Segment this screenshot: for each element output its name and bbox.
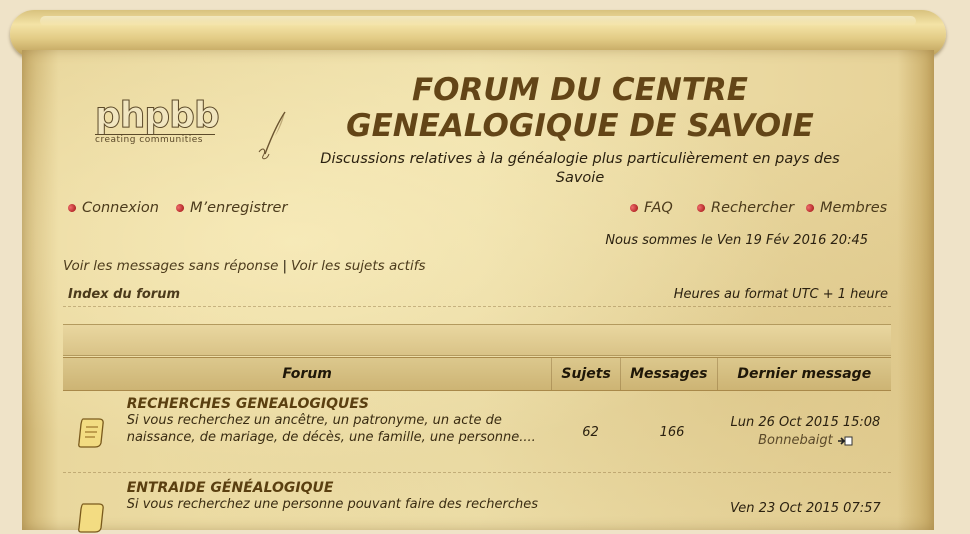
unanswered-link[interactable]: Voir les messages sans réponse bbox=[63, 258, 278, 274]
forum-description: Si vous recherchez un ancêtre, un patron… bbox=[126, 413, 536, 445]
phpbb-logo[interactable]: phpbb creating communities bbox=[95, 95, 225, 145]
forum-info: RECHERCHES GENEALOGIQUES Si vous recherc… bbox=[121, 392, 557, 472]
bullet-icon bbox=[174, 202, 186, 214]
forum-row: RECHERCHES GENEALOGIQUES Si vous recherc… bbox=[63, 392, 891, 473]
faq-label: FAQ bbox=[644, 200, 673, 216]
quick-links: Voir les messages sans réponse | Voir les … bbox=[63, 258, 425, 274]
breadcrumb[interactable]: Index du forum bbox=[68, 287, 180, 302]
forum-title-link[interactable]: RECHERCHES GENEALOGIQUES bbox=[127, 396, 557, 412]
topics-count bbox=[557, 474, 625, 534]
search-link[interactable]: Rechercher bbox=[695, 200, 795, 216]
quill-icon bbox=[258, 111, 286, 160]
divider bbox=[63, 306, 891, 307]
register-label: M’enregistrer bbox=[190, 200, 288, 216]
posts-count bbox=[624, 474, 720, 534]
forum-description: Si vous recherchez une personne pouvant … bbox=[126, 497, 539, 512]
last-post-author[interactable]: Bonnebaigt bbox=[758, 432, 833, 450]
forum-row: ENTRAIDE GÉNÉALOGIQUE Si vous recherchez… bbox=[63, 474, 891, 534]
login-label: Connexion bbox=[82, 200, 159, 216]
forum-table-header: Forum Sujets Messages Dernier message bbox=[63, 357, 891, 391]
active-topics-link[interactable]: Voir les sujets actifs bbox=[291, 258, 425, 274]
bullet-icon bbox=[695, 202, 707, 214]
login-link[interactable]: Connexion bbox=[66, 200, 159, 216]
view-latest-post-icon[interactable] bbox=[837, 436, 853, 446]
bullet-icon bbox=[66, 202, 78, 214]
forum-info: ENTRAIDE GÉNÉALOGIQUE Si vous recherchez… bbox=[121, 474, 557, 534]
col-forum: Forum bbox=[282, 366, 332, 382]
current-date: Nous sommes le Ven 19 Fév 2016 20:45 bbox=[605, 233, 868, 248]
col-topics: Sujets bbox=[551, 358, 620, 390]
faq-link[interactable]: FAQ bbox=[628, 200, 673, 216]
quick-links-separator: | bbox=[282, 258, 288, 274]
members-label: Membres bbox=[820, 200, 888, 216]
last-post: Lun 26 Oct 2015 15:08 Bonnebaigt bbox=[720, 392, 891, 472]
site-title-line1: FORUM DU CENTRE bbox=[412, 72, 748, 108]
bullet-icon bbox=[628, 202, 640, 214]
col-posts: Messages bbox=[619, 358, 717, 390]
last-post-date: Ven 23 Oct 2015 07:57 bbox=[730, 501, 881, 516]
forum-icon bbox=[63, 474, 121, 534]
forum-icon bbox=[63, 392, 121, 472]
logo-wordmark: phpbb bbox=[95, 95, 221, 136]
register-link[interactable]: M’enregistrer bbox=[174, 200, 288, 216]
header-band bbox=[63, 324, 891, 356]
site-description: Discussions relatives à la généalogie pl… bbox=[320, 151, 840, 186]
members-link[interactable]: Membres bbox=[804, 200, 888, 216]
logo-tagline: creating communities bbox=[95, 134, 215, 145]
forum-title-link[interactable]: ENTRAIDE GÉNÉALOGIQUE bbox=[127, 480, 557, 496]
last-post-date: Lun 26 Oct 2015 15:08 bbox=[730, 415, 881, 430]
last-post: Ven 23 Oct 2015 07:57 bbox=[720, 474, 891, 534]
timezone-note: Heures au format UTC + 1 heure bbox=[673, 287, 888, 302]
last-post-author-line: Bonnebaigt bbox=[758, 432, 853, 450]
search-label: Rechercher bbox=[711, 200, 795, 216]
col-last-post: Dernier message bbox=[716, 358, 891, 390]
site-title: FORUM DU CENTRE GENEALOGIQUE DE SAVOIE bbox=[300, 72, 860, 144]
topics-count: 62 bbox=[582, 424, 599, 440]
bullet-icon bbox=[804, 202, 816, 214]
site-title-line2: GENEALOGIQUE DE SAVOIE bbox=[346, 108, 814, 144]
posts-count: 166 bbox=[659, 424, 685, 440]
